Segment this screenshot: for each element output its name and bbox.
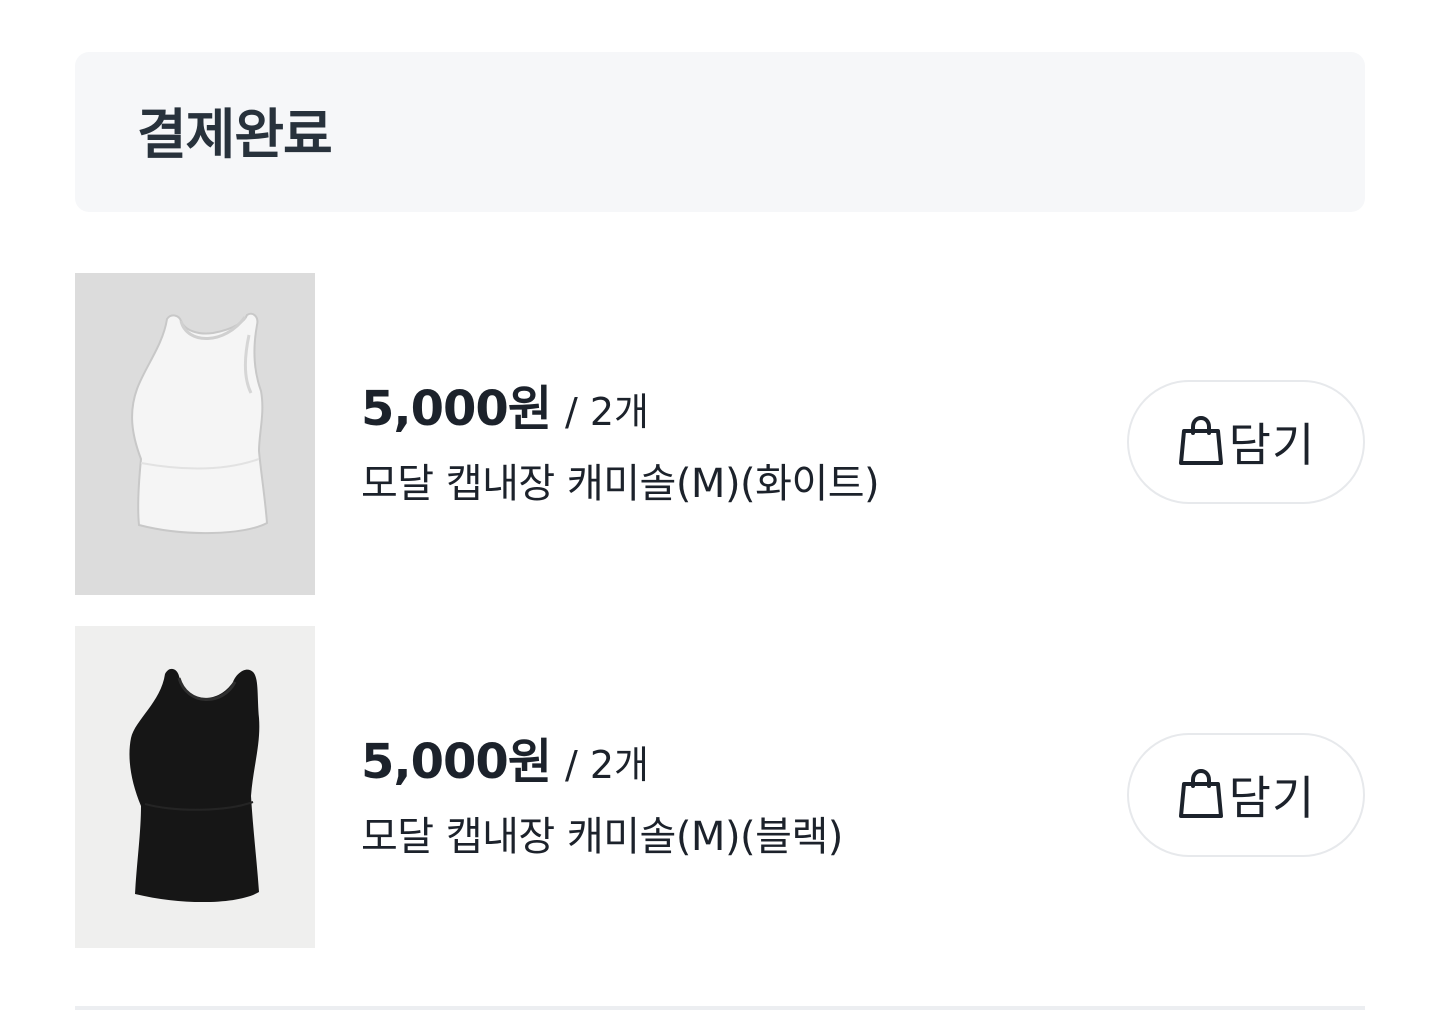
product-image-white-camisole[interactable] xyxy=(75,273,315,595)
add-to-cart-button[interactable]: 담기 xyxy=(1127,380,1365,504)
order-item: 5,000원 / 2개 모달 캡내장 캐미솔(M)(블랙) 담기 xyxy=(75,626,1365,948)
item-info: 5,000원 / 2개 모달 캡내장 캐미솔(M)(블랙) xyxy=(361,722,843,862)
item-name[interactable]: 모달 캡내장 캐미솔(M)(화이트) xyxy=(361,451,880,509)
add-to-cart-button[interactable]: 담기 xyxy=(1127,733,1365,857)
item-price: 5,000원 xyxy=(361,381,552,437)
add-to-cart-label: 담기 xyxy=(1228,771,1316,825)
price-line: 5,000원 / 2개 xyxy=(361,369,879,439)
shopping-bag-icon xyxy=(1177,768,1225,820)
product-image-black-camisole[interactable] xyxy=(75,626,315,948)
price-line: 5,000원 / 2개 xyxy=(361,722,843,792)
item-quantity: / 2개 xyxy=(565,743,650,787)
page-title: 결제완료 xyxy=(137,102,333,166)
order-item: 5,000원 / 2개 모달 캡내장 캐미솔(M)(화이트) 담기 xyxy=(75,273,1365,595)
item-name[interactable]: 모달 캡내장 캐미솔(M)(블랙) xyxy=(361,804,843,862)
item-quantity: / 2개 xyxy=(565,390,650,434)
add-to-cart-label: 담기 xyxy=(1228,418,1316,472)
divider xyxy=(75,1006,1365,1010)
item-price: 5,000원 xyxy=(361,734,552,790)
payment-status-header: 결제완료 xyxy=(75,52,1365,212)
item-info: 5,000원 / 2개 모달 캡내장 캐미솔(M)(화이트) xyxy=(361,369,880,509)
shopping-bag-icon xyxy=(1177,415,1225,467)
